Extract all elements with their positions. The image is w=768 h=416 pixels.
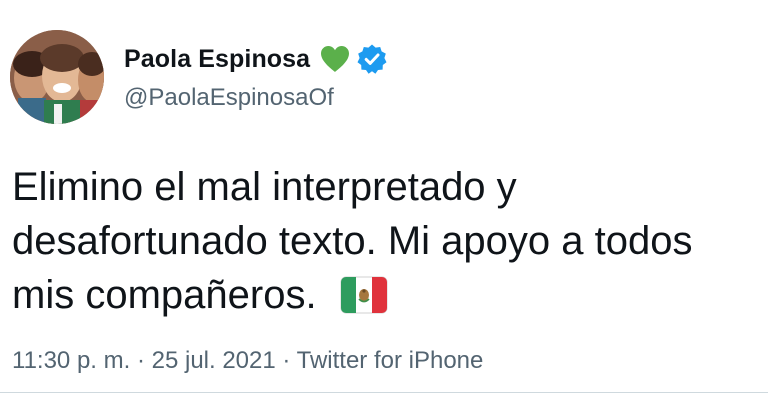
avatar-photo xyxy=(10,30,104,124)
divider xyxy=(0,392,768,393)
name-row: Paola Espinosa xyxy=(124,42,388,76)
user-handle[interactable]: @PaolaEspinosaOf xyxy=(124,84,334,112)
tweet-timestamp[interactable]: 11:30 p. m. · 25 jul. 2021 · Twitter for… xyxy=(12,347,483,375)
tweet-text: Elimino el mal interpretado y desafortun… xyxy=(12,160,760,322)
display-name[interactable]: Paola Espinosa xyxy=(124,45,310,74)
tweet-card: Paola Espinosa @PaolaEspinosaOf Elimino … xyxy=(0,0,768,416)
verified-badge-icon xyxy=(356,43,388,75)
green-heart-icon xyxy=(320,45,350,73)
avatar[interactable] xyxy=(10,30,104,124)
mexico-flag-icon xyxy=(340,274,388,314)
